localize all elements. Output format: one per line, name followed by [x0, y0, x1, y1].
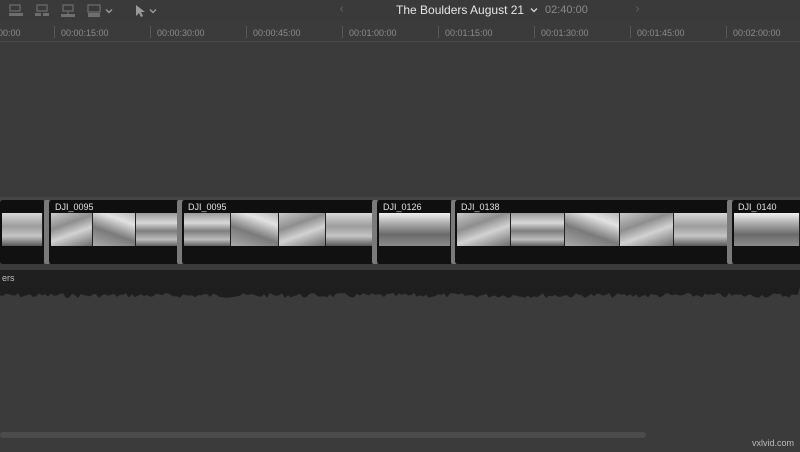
connect-clip-icon: [61, 4, 75, 17]
clip-thumbnail: [673, 213, 729, 246]
chevron-down-icon: [105, 9, 113, 14]
clip-name: DJI_0138: [461, 202, 500, 212]
audio-clip-name: ers: [2, 273, 15, 283]
ruler-tick-label: 00:01:15:00: [445, 28, 493, 38]
clip-name: DJI_0095: [188, 202, 227, 212]
connect-clip-button[interactable]: [60, 3, 76, 19]
clip-thumbnail: [93, 213, 136, 246]
clip-filmstrip: [379, 213, 451, 246]
project-duration: 02:40:00: [545, 4, 588, 16]
clip-name: DJI_0126: [383, 202, 422, 212]
ruler-tick-label: 00:01:30:00: [541, 28, 589, 38]
ruler-tick: [630, 26, 631, 38]
audio-clip[interactable]: [0, 270, 800, 287]
ruler-tick: [726, 26, 727, 38]
video-clip[interactable]: [0, 200, 45, 264]
clip-thumbnail: [231, 213, 279, 246]
timeline-toolbar: ‹ The Boulders August 21 02:40:00 ›: [0, 0, 800, 22]
video-clip[interactable]: DJI_0138: [455, 200, 730, 264]
clip-filmstrip: [2, 213, 43, 246]
overwrite-clip-button[interactable]: [86, 3, 113, 19]
clip-thumbnail: [379, 213, 451, 246]
timeline-horizontal-scrollbar[interactable]: [0, 432, 646, 438]
ruler-tick-label: 00:01:45:00: [637, 28, 685, 38]
clip-filmstrip: [184, 213, 373, 246]
append-clip-button[interactable]: [8, 3, 24, 19]
ruler-tick-label: 00:00:15:00: [61, 28, 109, 38]
clip-thumbnail: [565, 213, 620, 246]
video-clip[interactable]: DJI_0095: [49, 200, 180, 264]
clip-filmstrip: [457, 213, 729, 246]
clip-thumbnail: [184, 213, 232, 246]
video-clip[interactable]: DJI_0140: [732, 200, 800, 264]
clip-thumbnail: [734, 213, 800, 246]
clip-filmstrip: [51, 213, 178, 246]
chevron-down-icon: [530, 8, 538, 13]
chevron-down-icon: [149, 9, 157, 14]
project-title-menu[interactable]: The Boulders August 21: [396, 3, 538, 17]
ruler-tick: [438, 26, 439, 38]
ruler-tick: [246, 26, 247, 38]
clip-thumbnail: [511, 213, 566, 246]
ruler-tick: [150, 26, 151, 38]
insert-clip-icon: [35, 4, 49, 16]
clip-thumbnail: [278, 213, 326, 246]
clip-thumbnail: [325, 213, 373, 246]
clip-thumbnail: [457, 213, 512, 246]
ruler-tick-label: 00:01:00:00: [349, 28, 397, 38]
ruler-tick: [342, 26, 343, 38]
previous-project-arrow[interactable]: ‹: [339, 2, 344, 17]
watermark-text: vxlvid.com: [751, 438, 794, 448]
clip-thumbnail: [619, 213, 674, 246]
video-clip[interactable]: DJI_0126: [377, 200, 453, 264]
clip-audio-strip: [182, 247, 375, 264]
ruler-tick-label: 00:02:00:00: [733, 28, 781, 38]
ruler-tick-label: 00:00:45:00: [253, 28, 301, 38]
clip-audio-strip: [0, 247, 45, 264]
append-clip-icon: [9, 4, 23, 16]
ruler-tick: [54, 26, 55, 38]
clip-thumbnail: [2, 213, 43, 246]
ruler-tick-label: 00:00: [0, 28, 21, 38]
select-tool-button[interactable]: [134, 3, 157, 19]
video-clip[interactable]: DJI_0095: [182, 200, 375, 264]
clip-thumbnail: [51, 213, 94, 246]
ruler-tick: [534, 26, 535, 38]
overwrite-clip-icon: [87, 4, 101, 17]
clip-name: DJI_0095: [55, 202, 94, 212]
clip-name: DJI_0140: [738, 202, 777, 212]
insert-clip-button[interactable]: [34, 3, 50, 19]
clip-audio-strip: [377, 247, 453, 264]
clip-audio-strip: [732, 247, 800, 264]
clip-audio-strip: [49, 247, 180, 264]
audio-waveform: [0, 287, 800, 301]
select-arrow-icon: [136, 5, 145, 17]
next-project-arrow[interactable]: ›: [635, 2, 640, 17]
project-title: The Boulders August 21: [396, 3, 525, 17]
ruler-tick-label: 00:00:30:00: [157, 28, 205, 38]
time-ruler[interactable]: 00:00 00:00:15:00 00:00:30:00 00:00:45:0…: [0, 24, 800, 42]
clip-thumbnail: [135, 213, 178, 246]
clip-audio-strip: [455, 247, 730, 264]
clip-filmstrip: [734, 213, 800, 246]
